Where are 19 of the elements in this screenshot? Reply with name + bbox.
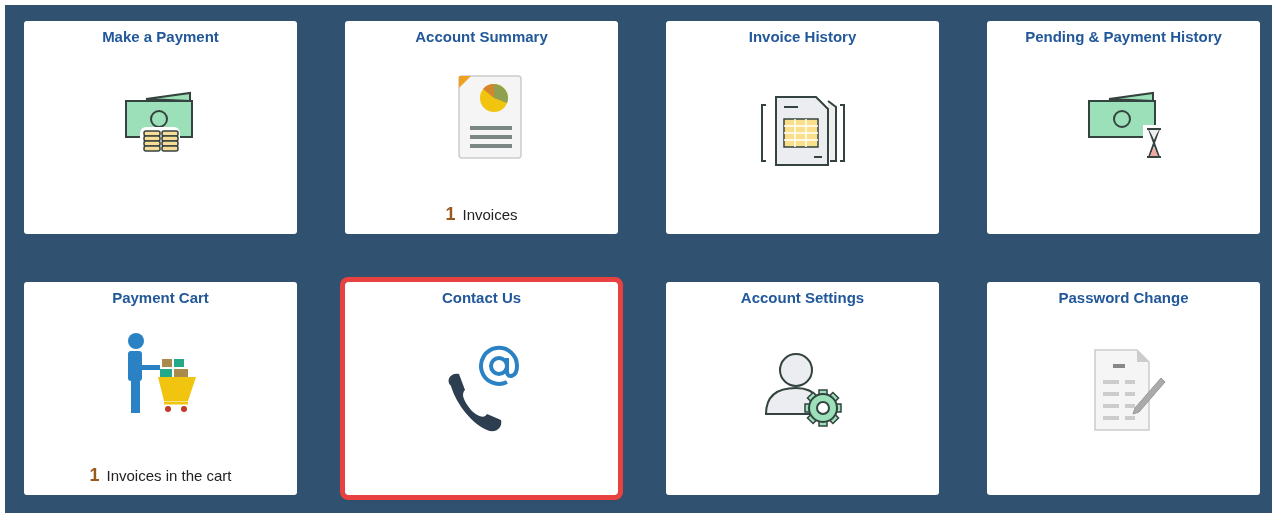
tile-title: Contact Us [441, 288, 522, 308]
app-tile[interactable]: Pending & Payment History [987, 21, 1260, 234]
app-tile[interactable]: Make a Payment [24, 21, 297, 234]
tile-count-label: Invoices in the cart [106, 466, 232, 486]
tile-title: Payment Cart [112, 288, 209, 308]
tile-count-label: Invoices [462, 205, 518, 225]
app-tile[interactable]: Password Change [987, 282, 1260, 495]
app-tile[interactable]: Invoice History [666, 21, 939, 234]
tile-count: 1 [89, 464, 100, 487]
app-tile[interactable]: Account Settings [666, 282, 939, 495]
tile-title: Invoice History [748, 27, 857, 47]
tile-title: Pending & Payment History [1025, 27, 1222, 47]
app-tile[interactable]: Payment Cart 1 Invoices in the cart [24, 282, 297, 495]
app-tile[interactable]: Account Summary 1 Invoices [345, 21, 618, 234]
tile-title: Password Change [1058, 288, 1189, 308]
tile-title: Account Settings [740, 288, 865, 308]
tile-title: Make a Payment [102, 27, 219, 47]
tile-title: Account Summary [415, 27, 548, 47]
tile-count: 1 [445, 203, 456, 226]
